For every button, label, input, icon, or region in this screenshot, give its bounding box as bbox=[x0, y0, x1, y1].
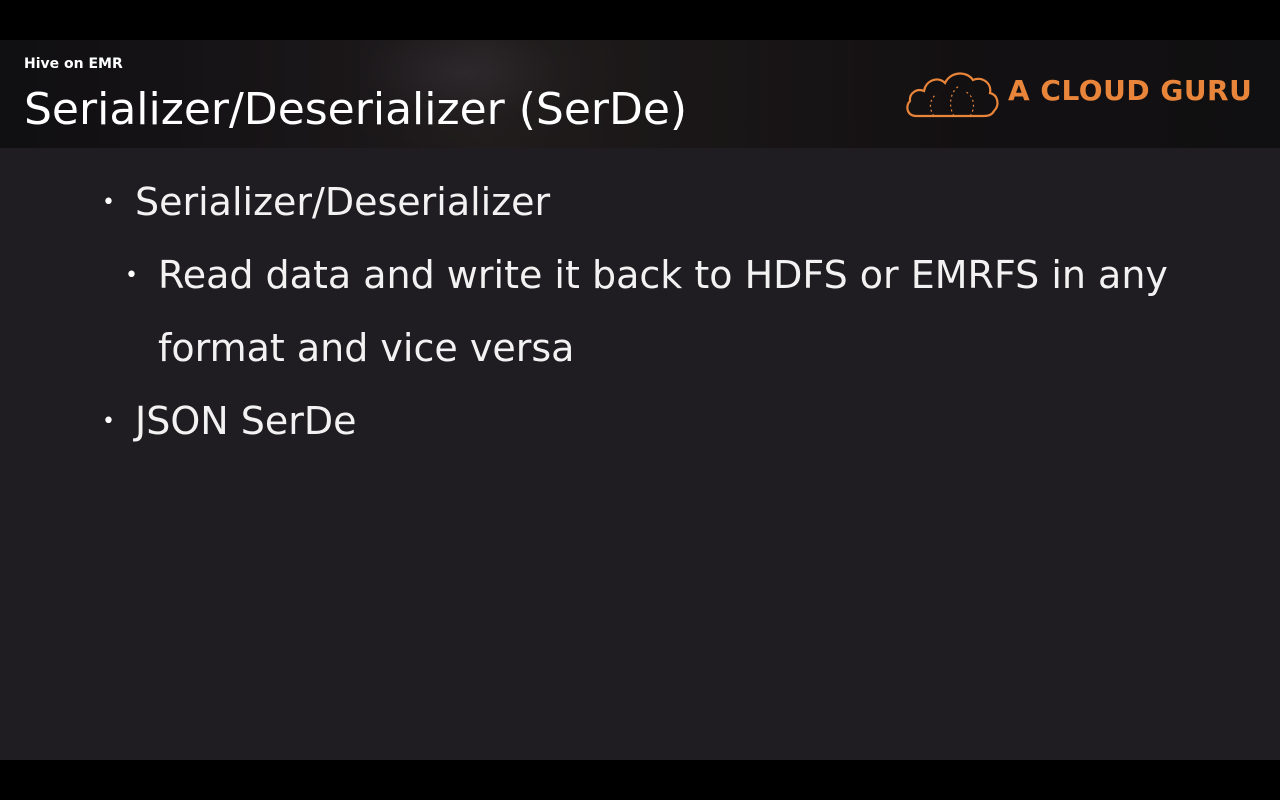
bullet-marker: • bbox=[102, 409, 115, 434]
bullet-marker: • bbox=[102, 190, 115, 215]
slide: Hive on EMR Serializer/Deserializer (Ser… bbox=[0, 40, 1280, 760]
bullet-marker: • bbox=[125, 263, 138, 288]
brand-logo: A CLOUD GURU bbox=[904, 66, 1252, 122]
bullet-text: Serializer/Deserializer bbox=[135, 180, 551, 224]
letterbox-top bbox=[0, 0, 1280, 40]
course-label: Hive on EMR bbox=[24, 56, 123, 72]
bullet-text: Read data and write it back to HDFS or E… bbox=[158, 253, 1168, 297]
brand-logo-text: A CLOUD GURU bbox=[1008, 74, 1253, 107]
letterbox-bottom bbox=[0, 760, 1280, 800]
bullet-text: JSON SerDe bbox=[135, 399, 357, 443]
cloud-icon bbox=[906, 72, 999, 118]
slide-title: Serializer/Deserializer (SerDe) bbox=[24, 84, 688, 135]
bullet-text: format and vice versa bbox=[158, 326, 575, 370]
